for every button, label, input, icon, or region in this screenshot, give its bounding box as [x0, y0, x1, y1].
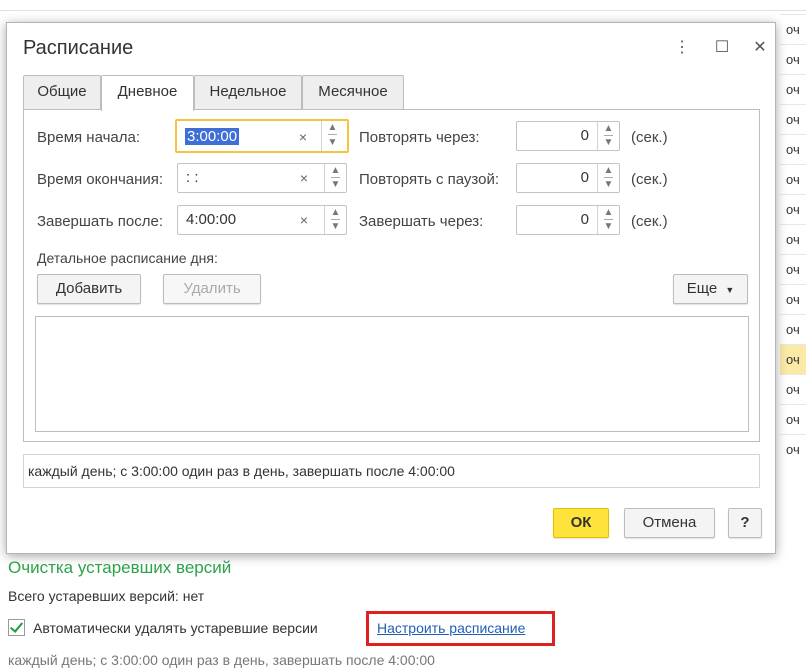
maximize-icon[interactable]: ☐ [711, 37, 733, 59]
background-list-cell: оч [780, 434, 806, 464]
configure-schedule-link[interactable]: Настроить расписание [377, 620, 525, 636]
end-time-value: : : [186, 169, 199, 186]
repeat-every-field[interactable]: 0 ▲ ▼ [516, 121, 620, 151]
spinner-control[interactable]: ▲ ▼ [597, 206, 619, 234]
clear-icon[interactable]: × [294, 167, 314, 189]
help-button[interactable]: ? [728, 508, 762, 538]
repeat-pause-field[interactable]: 0 ▲ ▼ [516, 163, 620, 193]
background-list-cell: оч [780, 74, 806, 104]
finish-in-label: Завершать через: [359, 213, 484, 230]
background-list-cell: оч [780, 44, 806, 74]
cancel-button[interactable]: Отмена [624, 508, 715, 538]
close-icon[interactable]: ✕ [749, 37, 771, 59]
finish-after-label: Завершать после: [37, 213, 164, 230]
ok-button[interactable]: ОК [553, 508, 609, 538]
repeat-every-unit: (сек.) [631, 129, 668, 146]
repeat-every-label: Повторять через: [359, 129, 480, 146]
start-time-label: Время начала: [37, 129, 141, 146]
spinner-control[interactable]: ▲ ▼ [597, 164, 619, 192]
background-list-cell: оч [780, 284, 806, 314]
tab-weekly[interactable]: Недельное [194, 75, 302, 109]
end-time-label: Время окончания: [37, 171, 164, 188]
repeat-pause-label: Повторять с паузой: [359, 171, 500, 188]
tab-monthly[interactable]: Месячное [302, 75, 404, 109]
more-actions-icon[interactable]: ⋮ [671, 37, 693, 59]
background-list-cell: оч [780, 14, 806, 44]
background-list-cell: оч [780, 134, 806, 164]
section-title: Очистка устаревших версий [8, 558, 232, 577]
repeat-pause-value: 0 [580, 169, 589, 186]
schedule-dialog: Расписание ⋮ ☐ ✕ Общие Дневное Недельное… [6, 22, 776, 554]
background-list-cell: оч [780, 104, 806, 134]
start-time-field[interactable]: 3:00:00 × ▲ ▼ [175, 119, 349, 153]
add-button[interactable]: Добавить [37, 274, 141, 304]
schedule-summary: каждый день; с 3:00:00 один раз в день, … [23, 454, 760, 488]
spinner-control[interactable]: ▲ ▼ [324, 164, 346, 192]
detail-schedule-label: Детальное расписание дня: [37, 250, 218, 266]
finish-after-field[interactable]: 4:00:00 × ▲ ▼ [177, 205, 347, 235]
auto-delete-label: Автоматически удалять устаревшие версии [33, 620, 318, 636]
end-time-field[interactable]: : : × ▲ ▼ [177, 163, 347, 193]
auto-delete-checkbox[interactable] [8, 619, 25, 636]
tab-daily[interactable]: Дневное [101, 75, 194, 111]
spinner-control[interactable]: ▲ ▼ [321, 121, 343, 151]
background-list-cell: оч [780, 404, 806, 434]
background-list-cell: оч [780, 194, 806, 224]
dialog-title: Расписание [23, 37, 134, 59]
spinner-control[interactable]: ▲ ▼ [324, 206, 346, 234]
repeat-pause-unit: (сек.) [631, 171, 668, 188]
background-list-cell: оч [780, 344, 806, 374]
delete-button[interactable]: Удалить [163, 274, 261, 304]
background-list-cell: оч [780, 164, 806, 194]
finish-after-value: 4:00:00 [186, 211, 237, 228]
tab-general[interactable]: Общие [23, 75, 101, 109]
repeat-every-value: 0 [580, 127, 589, 144]
more-button[interactable]: Еще ▼ [673, 274, 748, 304]
background-list-cell: оч [780, 254, 806, 284]
finish-in-value: 0 [580, 211, 589, 228]
spinner-control[interactable]: ▲ ▼ [597, 122, 619, 150]
schedule-description: каждый день; с 3:00:00 один раз в день, … [8, 652, 435, 668]
detail-schedule-list[interactable] [35, 316, 749, 432]
background-list-cell: оч [780, 224, 806, 254]
background-list-cell: оч [780, 314, 806, 344]
background-list-column: оч оч оч оч оч оч оч оч оч оч оч оч оч оч оч [780, 14, 806, 484]
background-list-cell: оч [780, 374, 806, 404]
clear-icon[interactable]: × [293, 126, 313, 148]
background-header-strip [0, 0, 806, 11]
chevron-down-icon: ▼ [725, 285, 735, 295]
total-obsolete-text: Всего устаревших версий: нет [8, 588, 205, 604]
more-button-label: Еще [686, 280, 718, 297]
finish-in-field[interactable]: 0 ▲ ▼ [516, 205, 620, 235]
clear-icon[interactable]: × [294, 209, 314, 231]
start-time-value: 3:00:00 [185, 128, 240, 145]
finish-in-unit: (сек.) [631, 213, 668, 230]
